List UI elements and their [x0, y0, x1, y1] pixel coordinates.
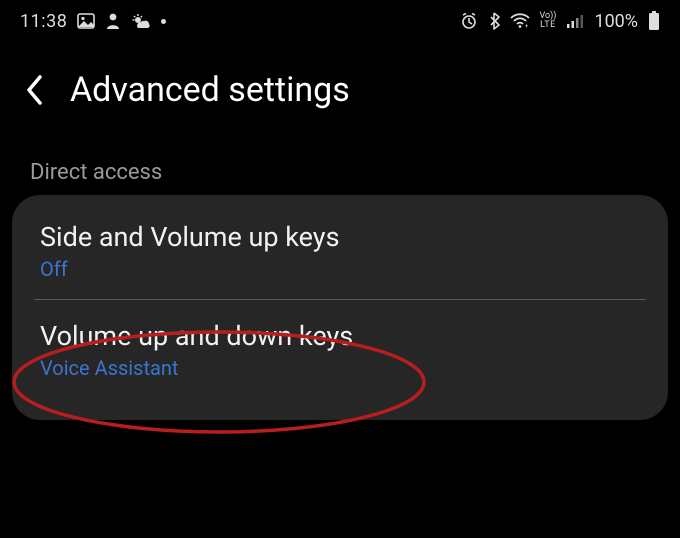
page-title: Advanced settings [70, 70, 350, 110]
alarm-icon [460, 12, 478, 30]
weather-icon [131, 13, 151, 29]
setting-title: Volume up and down keys [40, 320, 640, 352]
back-button[interactable] [24, 73, 46, 107]
section-label-direct-access: Direct access [0, 146, 680, 195]
wifi-icon: + [510, 13, 530, 29]
setting-title: Side and Volume up keys [40, 221, 640, 253]
battery-icon [648, 11, 660, 31]
setting-side-volume-up[interactable]: Side and Volume up keys Off [32, 201, 648, 299]
status-time: 11:38 [20, 11, 67, 32]
settings-card: Side and Volume up keys Off Volume up an… [12, 195, 668, 420]
bluetooth-icon [488, 12, 500, 30]
status-left: 11:38 [20, 11, 166, 32]
person-icon [105, 12, 121, 30]
status-right: + Vo)) LTE 100% [460, 11, 660, 32]
svg-text:+: + [525, 23, 529, 29]
setting-volume-up-down[interactable]: Volume up and down keys Voice Assistant [32, 300, 648, 398]
setting-subtitle: Voice Assistant [40, 356, 640, 380]
dot-icon [161, 19, 166, 24]
volte-indicator: Vo)) LTE [540, 12, 557, 30]
battery-percent: 100% [594, 11, 638, 32]
header: Advanced settings [0, 42, 680, 146]
setting-subtitle: Off [40, 257, 640, 281]
status-bar: 11:38 + Vo)) LTE 100% [0, 0, 680, 42]
image-icon [77, 13, 95, 29]
signal-icon [566, 13, 584, 29]
